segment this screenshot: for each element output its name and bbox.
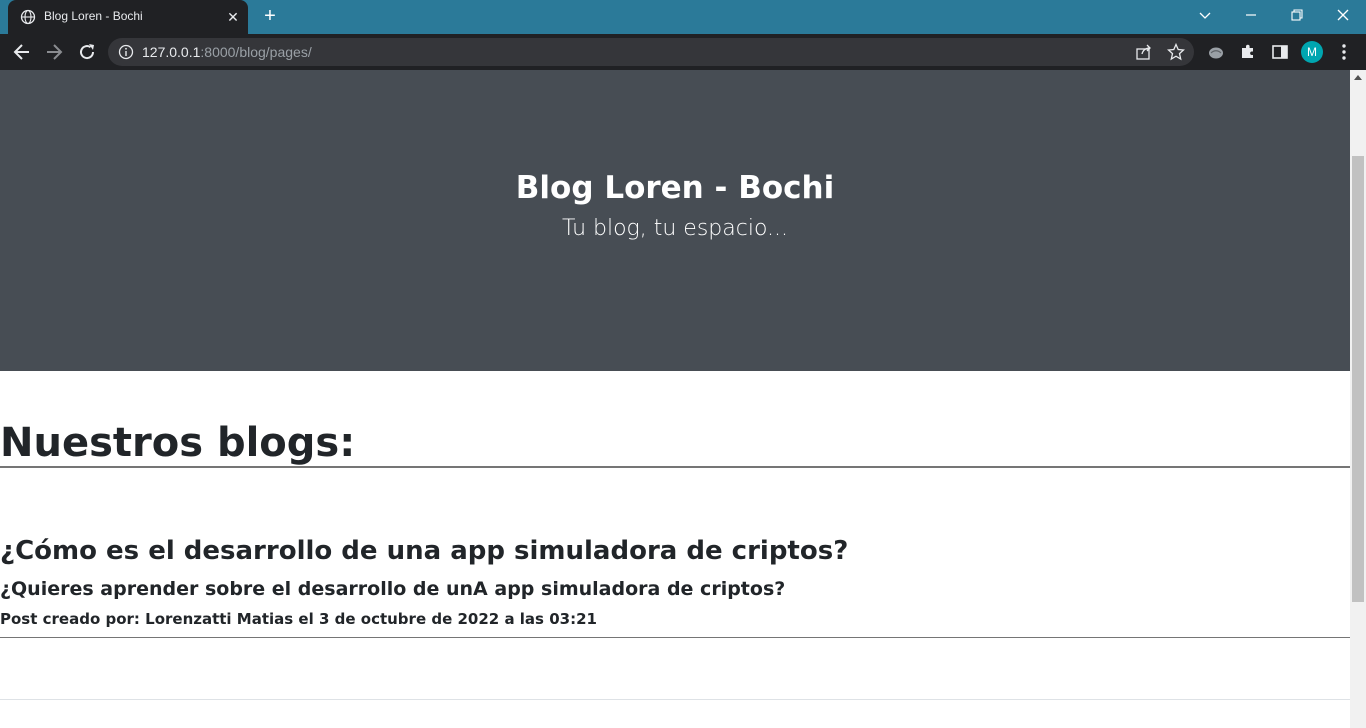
close-icon[interactable]: ✕ <box>224 8 242 26</box>
kebab-menu-icon[interactable] <box>1336 42 1352 62</box>
divider <box>0 637 1350 638</box>
divider <box>0 466 1350 468</box>
page-title: Nuestros blogs: <box>0 420 356 466</box>
page-viewport: Blog Loren - Bochi Tu blog, tu espacio..… <box>0 70 1350 728</box>
globe-icon <box>20 9 36 25</box>
window-close-icon[interactable] <box>1320 0 1366 30</box>
browser-toolbar: 127.0.0.1:8000/blog/pages/ M <box>0 34 1366 70</box>
share-icon[interactable] <box>1135 43 1153 61</box>
side-panel-icon[interactable] <box>1270 42 1290 62</box>
url-path: :8000/blog/pages/ <box>200 44 312 60</box>
vertical-scrollbar[interactable] <box>1350 70 1366 728</box>
masthead: Blog Loren - Bochi Tu blog, tu espacio..… <box>0 70 1350 371</box>
address-bar[interactable]: 127.0.0.1:8000/blog/pages/ <box>108 38 1194 66</box>
minimize-icon[interactable] <box>1228 0 1274 30</box>
puzzle-icon[interactable] <box>1238 42 1258 62</box>
site-subtitle: Tu blog, tu espacio... <box>561 216 789 241</box>
back-icon[interactable] <box>10 40 34 64</box>
scrollbar-thumb[interactable] <box>1352 156 1364 602</box>
post-subtitle[interactable]: ¿Quieres aprender sobre el desarrollo de… <box>0 578 785 600</box>
chevron-down-icon[interactable] <box>1182 0 1228 30</box>
tab-strip: Blog Loren - Bochi ✕ + <box>0 0 1366 34</box>
site-title: Blog Loren - Bochi <box>515 170 835 206</box>
reload-icon[interactable] <box>75 40 99 64</box>
extension-leaf-icon[interactable] <box>1206 42 1226 62</box>
browser-tab[interactable]: Blog Loren - Bochi ✕ <box>8 0 248 34</box>
star-icon[interactable] <box>1166 42 1186 61</box>
url-text[interactable]: 127.0.0.1:8000/blog/pages/ <box>142 44 312 60</box>
avatar[interactable]: M <box>1301 41 1323 63</box>
info-icon[interactable] <box>118 44 134 60</box>
url-host: 127.0.0.1 <box>142 44 201 60</box>
divider <box>0 699 1350 700</box>
restore-icon[interactable] <box>1274 0 1320 30</box>
tab-title: Blog Loren - Bochi <box>44 9 143 23</box>
scroll-up-icon[interactable] <box>1350 70 1366 86</box>
plus-icon[interactable]: + <box>258 5 282 29</box>
forward-icon[interactable] <box>42 40 66 64</box>
post-meta: Post creado por: Lorenzatti Matias el 3 … <box>0 610 597 628</box>
post-title[interactable]: ¿Cómo es el desarrollo de una app simula… <box>0 536 848 566</box>
